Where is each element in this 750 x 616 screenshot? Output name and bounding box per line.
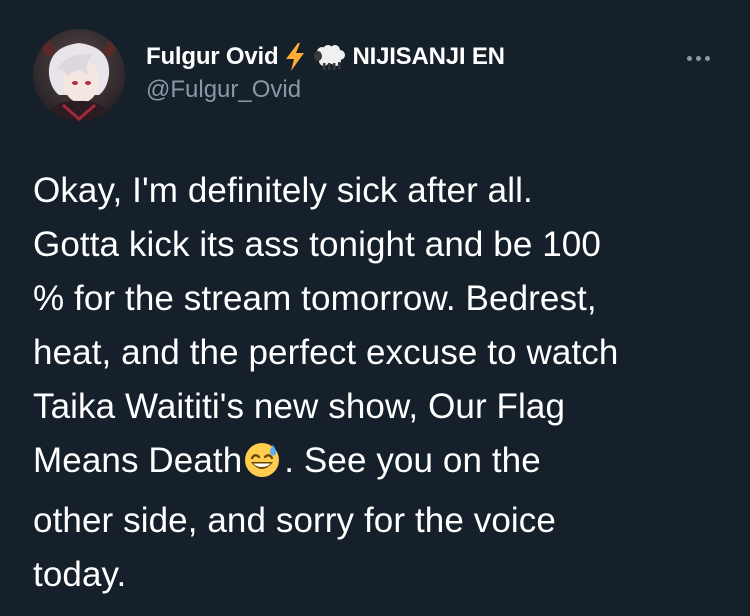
tweet-line: heat, and the perfect excuse to watch <box>33 333 619 372</box>
tweet-line: other side, and sorry for the voice <box>33 501 556 540</box>
tweet-line-with-emoji: Means Death . See you on the <box>33 434 733 494</box>
grinning-sweat-emoji-icon <box>244 440 280 494</box>
tweet-text: Okay, I'm definitely sick after all. Got… <box>33 164 733 602</box>
display-name[interactable]: Fulgur Ovid <box>146 43 279 71</box>
avatar-image <box>33 29 125 121</box>
tweet-line-part: . See you on the <box>284 441 541 480</box>
more-options-button[interactable] <box>678 44 718 72</box>
more-dot <box>695 55 701 61</box>
tweet-card: Fulgur Ovid NIJISANJI EN @Fulgur_Ovid Ok… <box>0 0 750 616</box>
more-dot <box>704 55 710 61</box>
tweet-line-part: Means Death <box>33 441 243 480</box>
author-name-row: Fulgur Ovid NIJISANJI EN <box>146 40 505 74</box>
tweet-line: Okay, I'm definitely sick after all. <box>33 171 533 210</box>
sheep-icon <box>312 42 346 72</box>
tweet-line: Taika Waititi's new show, Our Flag <box>33 387 566 426</box>
avatar[interactable] <box>33 29 125 121</box>
tweet-line: Gotta kick its ass tonight and be 100 <box>33 225 601 264</box>
tweet-line: today. <box>33 555 127 594</box>
tweet-line: % for the stream tomorrow. Bedrest, <box>33 279 597 318</box>
affiliation-label: NIJISANJI EN <box>352 43 505 70</box>
more-dot <box>686 55 692 61</box>
user-handle[interactable]: @Fulgur_Ovid <box>146 76 301 104</box>
lightning-icon <box>284 42 306 72</box>
